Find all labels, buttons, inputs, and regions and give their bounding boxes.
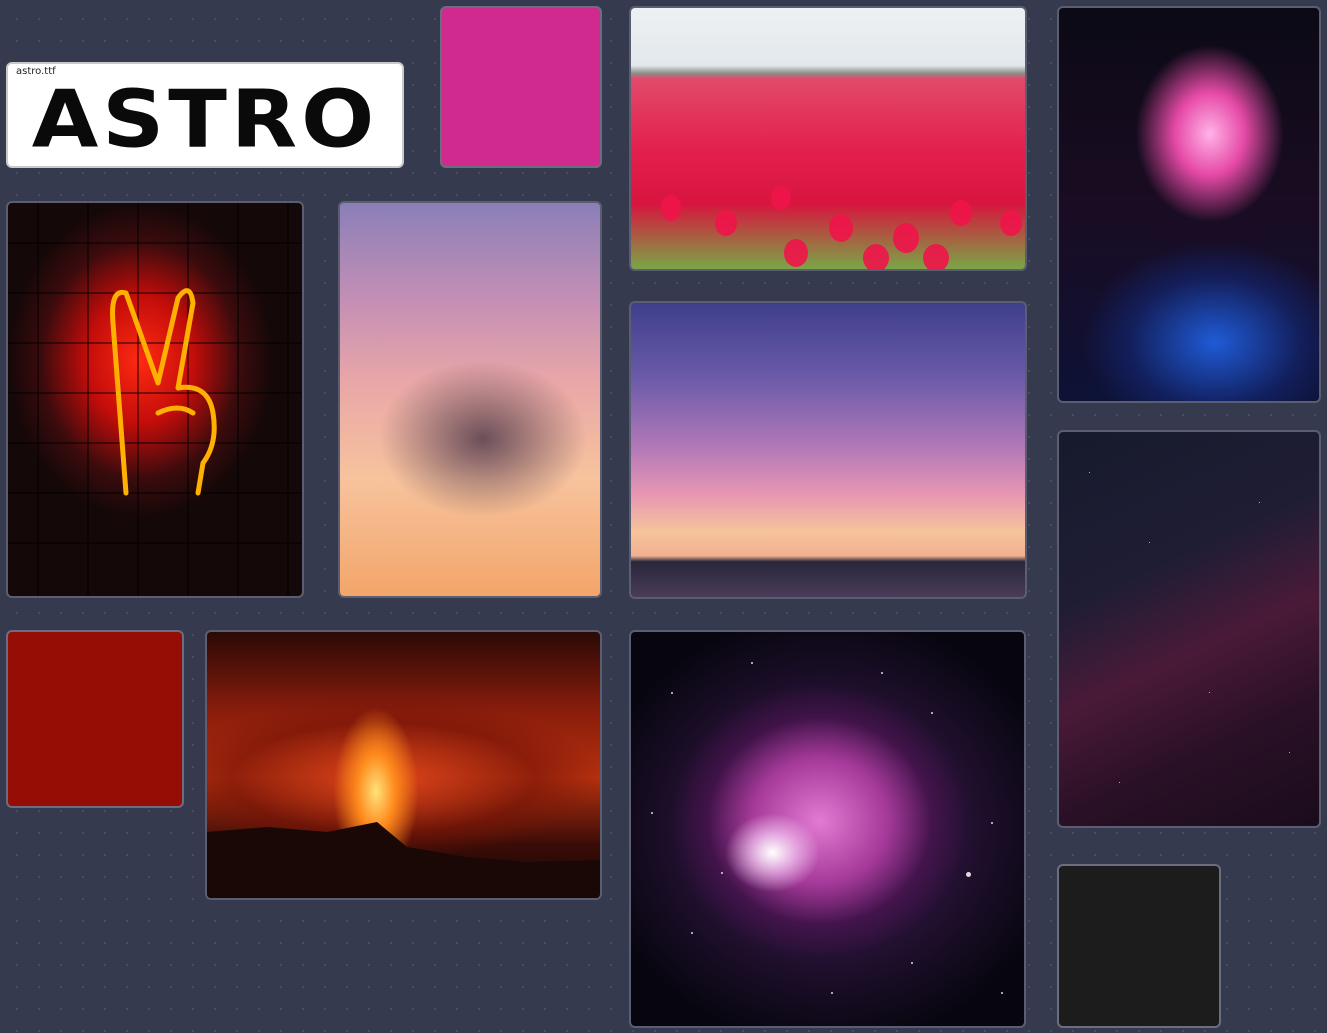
font-preview-card[interactable]: astro.ttf ASTRO	[6, 62, 404, 168]
image-neon-peace-sign[interactable]	[6, 201, 304, 598]
color-swatch-red[interactable]	[6, 630, 184, 808]
image-night-sky[interactable]	[1057, 430, 1321, 828]
image-concert-crowd[interactable]	[1057, 6, 1321, 403]
image-sunset-clouds[interactable]	[338, 201, 602, 598]
volcano-image	[207, 822, 600, 898]
image-volcano-eruption[interactable]	[205, 630, 602, 900]
tulip-field-image	[661, 186, 1022, 269]
color-swatch-magenta[interactable]	[440, 6, 602, 168]
color-swatch-black[interactable]	[1057, 864, 1221, 1028]
image-twilight-horizon[interactable]	[629, 301, 1027, 599]
image-tulip-field[interactable]	[629, 6, 1027, 271]
image-orion-nebula[interactable]	[629, 630, 1026, 1028]
neon-peace-sign-image	[8, 203, 302, 596]
font-sample-text: ASTRO	[31, 74, 379, 166]
